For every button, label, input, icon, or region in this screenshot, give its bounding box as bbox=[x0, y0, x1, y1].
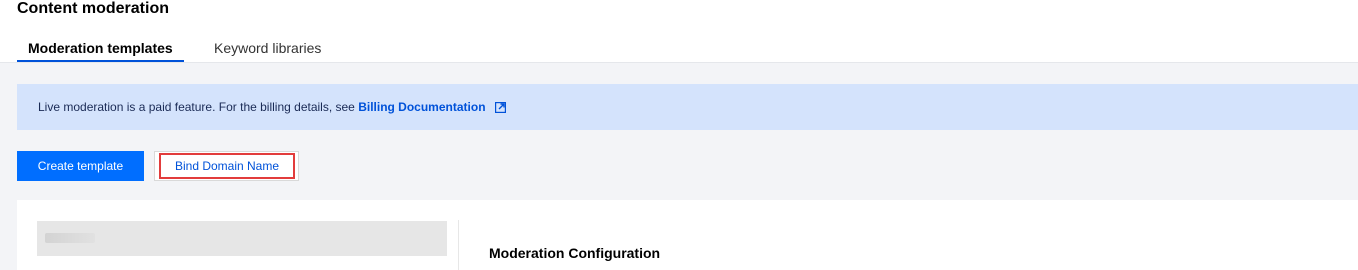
page-header: Content moderation Moderation templates … bbox=[0, 0, 1358, 63]
tab-keyword-libraries[interactable]: Keyword libraries bbox=[214, 39, 321, 57]
active-tab-indicator bbox=[17, 60, 184, 62]
blurred-template-name bbox=[45, 233, 95, 243]
template-list-item[interactable] bbox=[37, 221, 447, 256]
tab-moderation-templates[interactable]: Moderation templates bbox=[28, 39, 173, 57]
billing-notice: Live moderation is a paid feature. For t… bbox=[17, 84, 1358, 130]
external-link-icon[interactable] bbox=[494, 102, 506, 113]
template-card: Moderation Configuration bbox=[17, 200, 1358, 270]
moderation-configuration-title: Moderation Configuration bbox=[489, 245, 661, 261]
notice-message: Live moderation is a paid feature. For t… bbox=[38, 100, 359, 114]
notice-text-line: Live moderation is a paid feature. For t… bbox=[38, 100, 506, 115]
page-title: Content moderation bbox=[17, 0, 169, 17]
bind-domain-name-button[interactable]: Bind Domain Name bbox=[159, 153, 295, 179]
billing-documentation-link[interactable]: Billing Documentation bbox=[358, 100, 485, 114]
bind-domain-button-frame: Bind Domain Name bbox=[154, 151, 299, 181]
create-template-button[interactable]: Create template bbox=[17, 151, 144, 181]
vertical-divider bbox=[458, 220, 459, 270]
